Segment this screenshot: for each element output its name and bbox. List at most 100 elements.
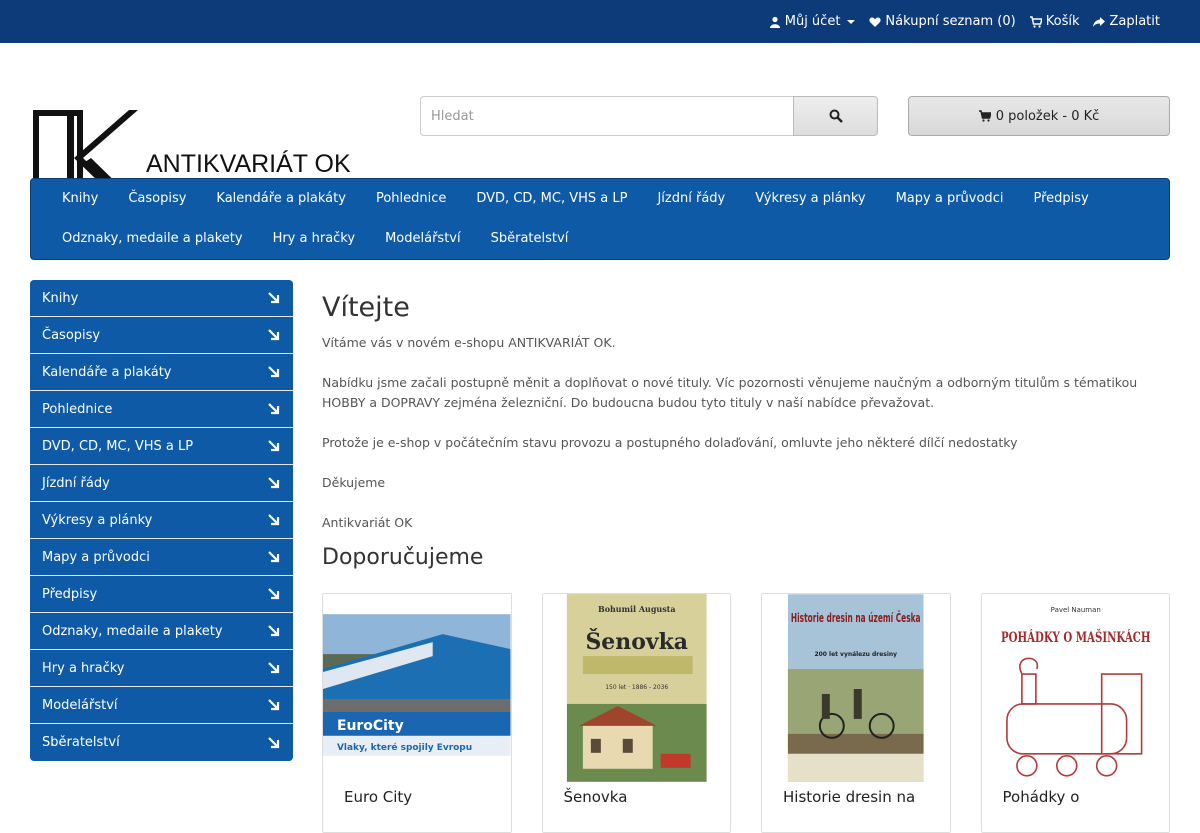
nav-item[interactable]: Kalendáře a plakáty	[201, 179, 361, 219]
sidebar-item[interactable]: Mapy a průvodci	[30, 539, 293, 576]
arrow-down-right-icon	[268, 699, 280, 711]
nav-item[interactable]: Odznaky, medaile a plakety	[47, 219, 258, 259]
user-icon	[769, 16, 780, 28]
nav-item[interactable]: Sběratelství	[476, 219, 584, 259]
heart-icon	[869, 16, 882, 27]
arrow-down-right-icon	[268, 662, 280, 674]
cover-title: Historie dresin na území Česka	[791, 610, 921, 625]
category-sidebar: Knihy Časopisy Kalendáře a plakáty Pohledni…	[30, 280, 293, 761]
sidebar-item[interactable]: DVD, CD, MC, VHS a LP	[30, 428, 293, 465]
sidebar-item-label: Knihy	[42, 290, 79, 306]
thanks-text: Děkujeme	[322, 475, 386, 490]
nav-item[interactable]: DVD, CD, MC, VHS a LP	[461, 179, 642, 219]
product-list: EuroCity Vlaky, které spojily Evropu Eur…	[322, 593, 1170, 833]
arrow-down-right-icon	[268, 736, 280, 748]
cover-years: 150 let · 1886 - 2036	[605, 684, 668, 691]
checkout-label: Zaplatit	[1109, 14, 1160, 29]
product-name[interactable]: Euro City	[344, 788, 412, 806]
sidebar-item-label: Pohlednice	[42, 401, 113, 417]
arrow-down-right-icon	[268, 403, 280, 415]
arrow-down-right-icon	[268, 551, 280, 563]
arrow-down-right-icon	[268, 440, 280, 452]
sidebar-item[interactable]: Sběratelství	[30, 724, 293, 761]
sidebar-item-label: Kalendáře a plakáty	[42, 364, 172, 380]
chevron-down-icon	[847, 19, 856, 24]
cover-title: Šenovka	[585, 628, 688, 655]
product-image[interactable]: Historie dresin na území Česka 200 let v…	[762, 594, 950, 782]
product-card[interactable]: Historie dresin na území Česka 200 let v…	[761, 593, 951, 833]
product-name[interactable]: Šenovka	[564, 788, 628, 806]
product-image[interactable]: EuroCity Vlaky, které spojily Evropu	[323, 594, 511, 782]
search-bar	[420, 96, 878, 136]
sidebar-item-label: Odznaky, medaile a plakety	[42, 623, 223, 639]
product-name[interactable]: Pohádky o	[1003, 788, 1080, 806]
sidebar-item[interactable]: Modelářství	[30, 687, 293, 724]
nav-item[interactable]: Jízdní řády	[642, 179, 740, 219]
cart-summary-button[interactable]: 0 položek - 0 Kč	[908, 96, 1170, 136]
page-title: Vítejte	[322, 292, 410, 323]
wishlist-link[interactable]: Nákupní seznam (0)	[869, 14, 1016, 29]
product-card[interactable]: EuroCity Vlaky, které spojily Evropu Eur…	[322, 593, 512, 833]
sidebar-item[interactable]: Kalendáře a plakáty	[30, 354, 293, 391]
logo-text: ANTIKVARIÁT OK	[146, 149, 351, 178]
sidebar-item-label: Modelářství	[42, 697, 118, 713]
sidebar-item-label: Výkresy a plánky	[42, 512, 153, 528]
nav-item[interactable]: Časopisy	[113, 179, 201, 219]
sidebar-item-label: DVD, CD, MC, VHS a LP	[42, 438, 194, 454]
offer-text: Nabídku jsme začali postupně měnit a dop…	[322, 375, 1138, 410]
sidebar-item-label: Časopisy	[42, 327, 101, 343]
cart-icon	[978, 110, 991, 122]
product-name[interactable]: Historie dresin na	[783, 788, 915, 806]
signature-text: Antikvariát OK	[322, 515, 413, 530]
share-icon	[1093, 16, 1106, 27]
sidebar-item[interactable]: Hry a hračky	[30, 650, 293, 687]
my-account-link[interactable]: Můj účet	[769, 14, 856, 29]
sidebar-item[interactable]: Odznaky, medaile a plakety	[30, 613, 293, 650]
sidebar-item[interactable]: Jízdní řády	[30, 465, 293, 502]
arrow-down-right-icon	[268, 292, 280, 304]
nav-item[interactable]: Modelářství	[370, 219, 476, 259]
cart-label: Košík	[1045, 14, 1080, 29]
welcome-text: Vítáme vás v novém e-shopu ANTIKVARIÁT O…	[322, 335, 616, 350]
cart-summary-label: 0 položek - 0 Kč	[995, 108, 1100, 124]
product-card[interactable]: Pavel Nauman POHÁDKY O MAŠINKÁCH Pohádky…	[980, 593, 1170, 833]
sidebar-item[interactable]: Výkresy a plánky	[30, 502, 293, 539]
search-button[interactable]	[793, 96, 878, 136]
sidebar-item[interactable]: Předpisy	[30, 576, 293, 613]
product-card[interactable]: Bohumil Augusta Šenovka 150 let · 1886 -…	[541, 593, 731, 833]
sidebar-item[interactable]: Pohlednice	[30, 391, 293, 428]
cover-author: Pavel Nauman	[1050, 606, 1100, 614]
top-bar: Můj účet Nákupní seznam (0) Košík Zaplat…	[0, 0, 1200, 43]
my-account-label: Můj účet	[784, 14, 841, 29]
nav-item[interactable]: Hry a hračky	[258, 219, 371, 259]
nav-item[interactable]: Předpisy	[1018, 179, 1103, 219]
cover-title: POHÁDKY O MAŠINKÁCH	[1000, 628, 1150, 646]
sidebar-item-label: Mapy a průvodci	[42, 549, 150, 565]
sidebar-item[interactable]: Časopisy	[30, 317, 293, 354]
search-icon	[829, 109, 843, 123]
cover-title: EuroCity	[337, 718, 404, 734]
main-content: Vítejte Vítáme vás v novém e-shopu ANTIK…	[322, 292, 1170, 570]
arrow-down-right-icon	[268, 588, 280, 600]
cover-subtitle: 200 let vynálezu dresiny	[814, 651, 897, 658]
nav-item[interactable]: Pohlednice	[361, 179, 461, 219]
notice-text: Protože je e-shop v počátečním stavu pro…	[322, 435, 1018, 450]
nav-item[interactable]: Výkresy a plánky	[740, 179, 880, 219]
arrow-down-right-icon	[268, 329, 280, 341]
sidebar-item[interactable]: Knihy	[30, 280, 293, 317]
nav-item[interactable]: Knihy	[47, 179, 113, 219]
main-nav: Knihy Časopisy Kalendáře a plakáty Pohle…	[30, 178, 1170, 260]
wishlist-label: Nákupní seznam (0)	[885, 14, 1016, 29]
sidebar-item-label: Jízdní řády	[42, 475, 110, 491]
nav-item[interactable]: Mapy a průvodci	[881, 179, 1019, 219]
product-image[interactable]: Pavel Nauman POHÁDKY O MAŠINKÁCH	[981, 594, 1169, 782]
sidebar-item-label: Předpisy	[42, 586, 98, 602]
product-image[interactable]: Bohumil Augusta Šenovka 150 let · 1886 -…	[542, 594, 730, 782]
checkout-link[interactable]: Zaplatit	[1093, 14, 1160, 29]
cart-link[interactable]: Košík	[1029, 14, 1080, 29]
arrow-down-right-icon	[268, 477, 280, 489]
cart-icon	[1029, 15, 1042, 28]
arrow-down-right-icon	[268, 625, 280, 637]
arrow-down-right-icon	[268, 514, 280, 526]
search-input[interactable]	[420, 96, 793, 136]
